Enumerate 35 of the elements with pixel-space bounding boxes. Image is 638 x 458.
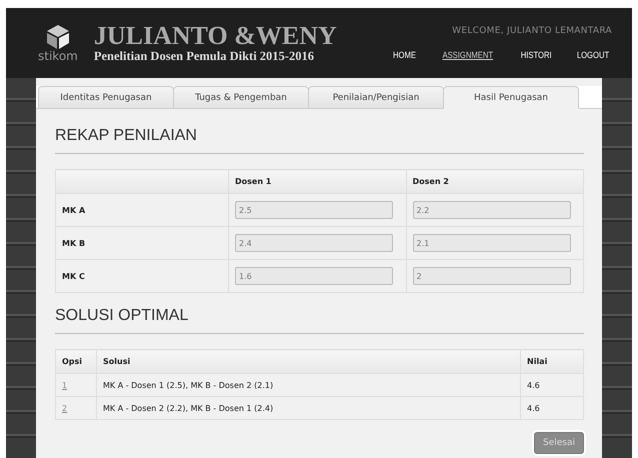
- input-field[interactable]: 2.1: [412, 234, 570, 252]
- section-title: REKAP PENILAIAN: [55, 109, 584, 154]
- tab[interactable]: Penilaian/Pengisian: [308, 86, 444, 108]
- nav-link[interactable]: ASSIGNMENT: [442, 50, 494, 60]
- table-cell: 4.6: [520, 396, 584, 420]
- table-cell: MK A - Dosen 1 (2.5), MK B - Dosen 2 (2.1): [96, 374, 520, 396]
- tab[interactable]: Tugas & Pengemban: [173, 86, 309, 108]
- table-cell: 4.6: [520, 374, 584, 396]
- input-field[interactable]: 1.6: [235, 267, 393, 285]
- column-header: Solusi: [96, 350, 520, 374]
- option-link[interactable]: 1: [62, 380, 68, 390]
- logo-text: stikom: [38, 50, 78, 62]
- nav-link[interactable]: HOME: [393, 50, 416, 60]
- row-label: MK A: [56, 194, 228, 226]
- input-field[interactable]: 2.4: [235, 234, 393, 252]
- tab[interactable]: Identitas Penugasan: [38, 86, 174, 108]
- nav-link[interactable]: HISTORI: [520, 50, 552, 60]
- welcome-text: WELCOME, JULIANTO LEMANTARA: [452, 26, 612, 36]
- section-title: SOLUSI OPTIMAL: [55, 293, 584, 334]
- column-header: Opsi: [56, 350, 96, 374]
- column-header: Nilai: [520, 350, 584, 374]
- option-link[interactable]: 2: [62, 404, 68, 412]
- table-cell: MK A - Dosen 2 (2.2), MK B - Dosen 1 (2.4): [96, 396, 520, 420]
- site-title: JULIANTO &WENY: [94, 22, 337, 48]
- input-field[interactable]: 2: [412, 267, 570, 285]
- row-label: MK B: [56, 226, 228, 260]
- site-subtitle: Penelitian Dosen Pemula Dikti 2015-2016: [94, 48, 315, 64]
- row-label: MK C: [56, 260, 228, 292]
- nav-link[interactable]: LOGOUT: [576, 50, 610, 60]
- tab[interactable]: Hasil Penugasan: [443, 86, 579, 109]
- finish-button[interactable]: Selesai: [534, 432, 584, 454]
- input-field[interactable]: 2.2: [412, 201, 570, 219]
- column-header: Dosen 2: [406, 170, 584, 194]
- column-header: Dosen 1: [228, 170, 406, 194]
- input-field[interactable]: 2.5: [235, 201, 393, 219]
